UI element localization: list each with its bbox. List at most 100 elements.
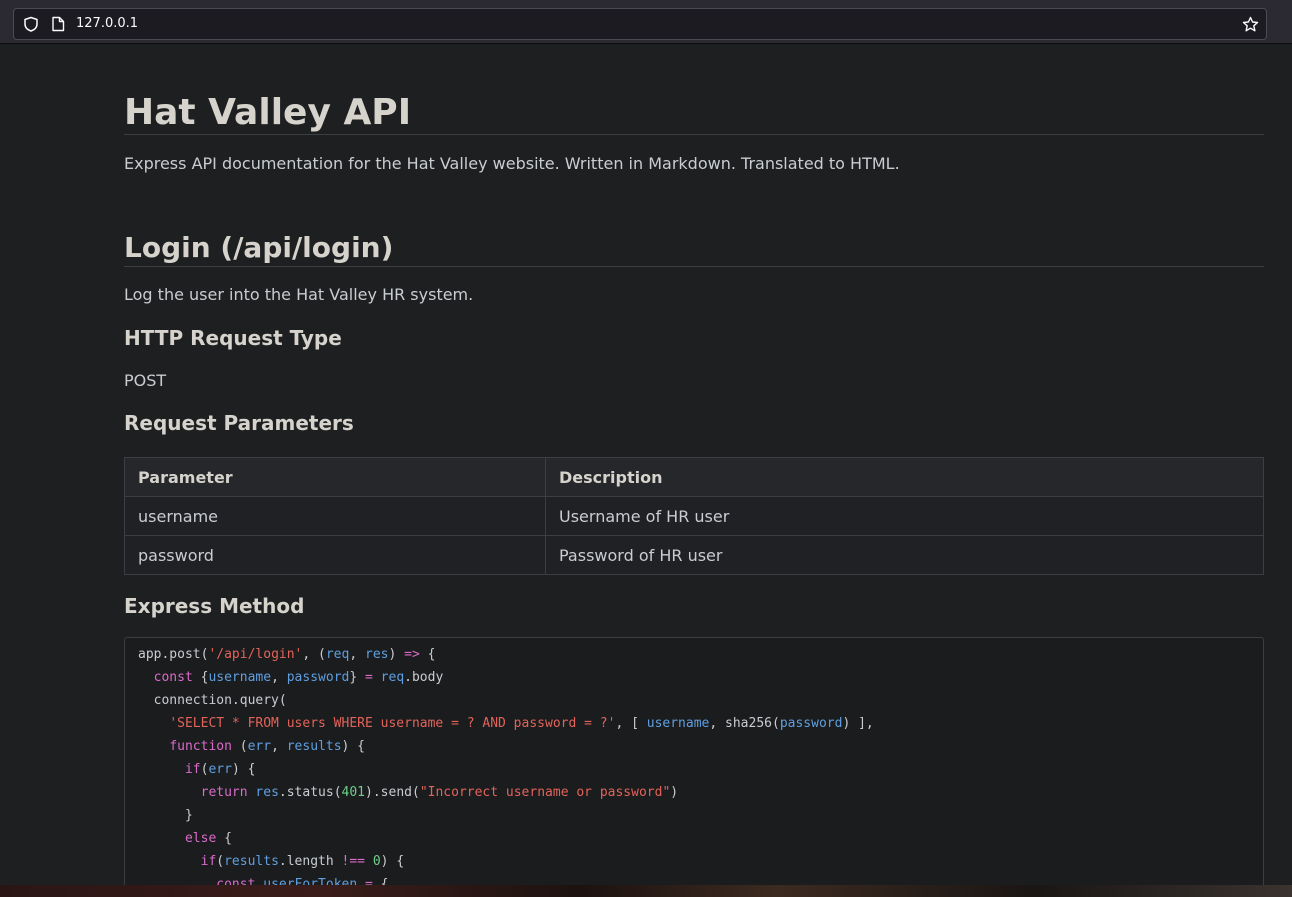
shield-icon[interactable] <box>23 16 39 32</box>
code-token: , <box>271 670 287 685</box>
section-description: Log the user into the Hat Valley HR syst… <box>124 285 474 304</box>
code-token: req <box>325 647 350 662</box>
code-token: password <box>286 670 350 685</box>
code-token: const <box>216 877 256 885</box>
code-token: , <box>349 647 365 662</box>
code-token: , ( <box>302 647 326 662</box>
code-token: , [ <box>615 716 647 731</box>
bookmark-star-icon[interactable] <box>1242 16 1259 33</box>
code-token: ) ], <box>842 716 874 731</box>
request-type-heading: HTTP Request Type <box>124 326 342 350</box>
code-line: connection.query( <box>138 693 1250 716</box>
table-cell: password <box>124 535 546 575</box>
code-token: "Incorrect username or password" <box>419 785 671 800</box>
code-token: userForToken <box>263 877 358 885</box>
table-cell: Password of HR user <box>545 535 1264 575</box>
code-token: res <box>255 785 279 800</box>
code-token: app.post( <box>138 647 209 662</box>
table-cell: Username of HR user <box>545 496 1264 536</box>
code-line: function (err, results) { <box>138 739 1250 762</box>
code-token: results <box>286 739 342 754</box>
page-viewport: Hat Valley API Express API documentation… <box>0 45 1292 885</box>
code-token: results <box>224 854 279 869</box>
code-line: app.post('/api/login', (req, res) => { <box>138 647 1250 670</box>
code-token: = <box>365 670 373 685</box>
code-token: { <box>192 670 209 685</box>
code-token: connection.query( <box>138 693 287 708</box>
code-line: if(err) { <box>138 762 1250 785</box>
code-token: req <box>380 670 405 685</box>
code-token: .body <box>404 670 444 685</box>
code-token: function <box>169 739 232 754</box>
code-token: if <box>184 762 201 777</box>
url-text[interactable]: 127.0.0.1 <box>76 16 138 32</box>
column-header: Description <box>545 457 1264 497</box>
code-token: = <box>365 877 373 885</box>
code-token: => <box>404 647 420 662</box>
code-token: ) <box>388 647 405 662</box>
code-token: ) { <box>231 762 256 777</box>
code-token: else <box>184 831 217 846</box>
table-row: username Username of HR user <box>124 496 1264 536</box>
code-token: 'SELECT * FROM users WHERE username = ? … <box>169 716 616 731</box>
code-line: } <box>138 808 1250 831</box>
code-token: { <box>216 831 232 846</box>
code-token: 0 <box>372 854 381 869</box>
code-token: username <box>646 716 710 731</box>
intro-text: Express API documentation for the Hat Va… <box>124 154 900 173</box>
table-cell: username <box>124 496 546 536</box>
code-line: const {username, password} = req.body <box>138 670 1250 693</box>
code-token: , sha256( <box>709 716 780 731</box>
code-token: return <box>200 785 248 800</box>
code-token: ) { <box>380 854 405 869</box>
table-row: password Password of HR user <box>124 535 1264 575</box>
code-token: username <box>208 670 272 685</box>
code-token: if <box>200 854 217 869</box>
code-token: , <box>271 739 287 754</box>
column-header: Parameter <box>124 457 546 497</box>
desktop-background-strip <box>0 885 1292 897</box>
code-token: res <box>365 647 389 662</box>
code-block: app.post('/api/login', (req, res) => { c… <box>124 637 1264 885</box>
code-line: else { <box>138 831 1250 854</box>
code-token: !== <box>341 854 366 869</box>
url-bar[interactable]: 127.0.0.1 <box>13 8 1267 40</box>
code-token: { <box>419 647 436 662</box>
code-token: password <box>779 716 843 731</box>
code-token: ).send( <box>365 785 420 800</box>
params-heading: Request Parameters <box>124 411 354 435</box>
page-icon[interactable] <box>51 16 65 32</box>
code-token: const <box>153 670 193 685</box>
browser-toolbar: 127.0.0.1 <box>0 4 1292 44</box>
code-token: ( <box>231 739 248 754</box>
code-token: .status( <box>278 785 342 800</box>
code-line: const userForToken = { <box>138 877 1250 885</box>
code-token: } <box>138 808 193 823</box>
code-line: 'SELECT * FROM users WHERE username = ? … <box>138 716 1250 739</box>
code-token: } <box>349 670 366 685</box>
code-line: return res.status(401).send("Incorrect u… <box>138 785 1250 808</box>
code-token: '/api/login' <box>208 647 303 662</box>
method-heading: Express Method <box>124 594 305 618</box>
code-line: if(results.length !== 0) { <box>138 854 1250 877</box>
code-token: { <box>372 877 389 885</box>
code-token: ( <box>216 854 225 869</box>
code-token: 401 <box>341 785 366 800</box>
request-type-value: POST <box>124 371 167 390</box>
code-token: .length <box>278 854 342 869</box>
code-token: err <box>208 762 232 777</box>
table-header-row: Parameter Description <box>124 457 1264 497</box>
code-token: err <box>247 739 272 754</box>
section-title: Login (/api/login) <box>124 231 1264 267</box>
